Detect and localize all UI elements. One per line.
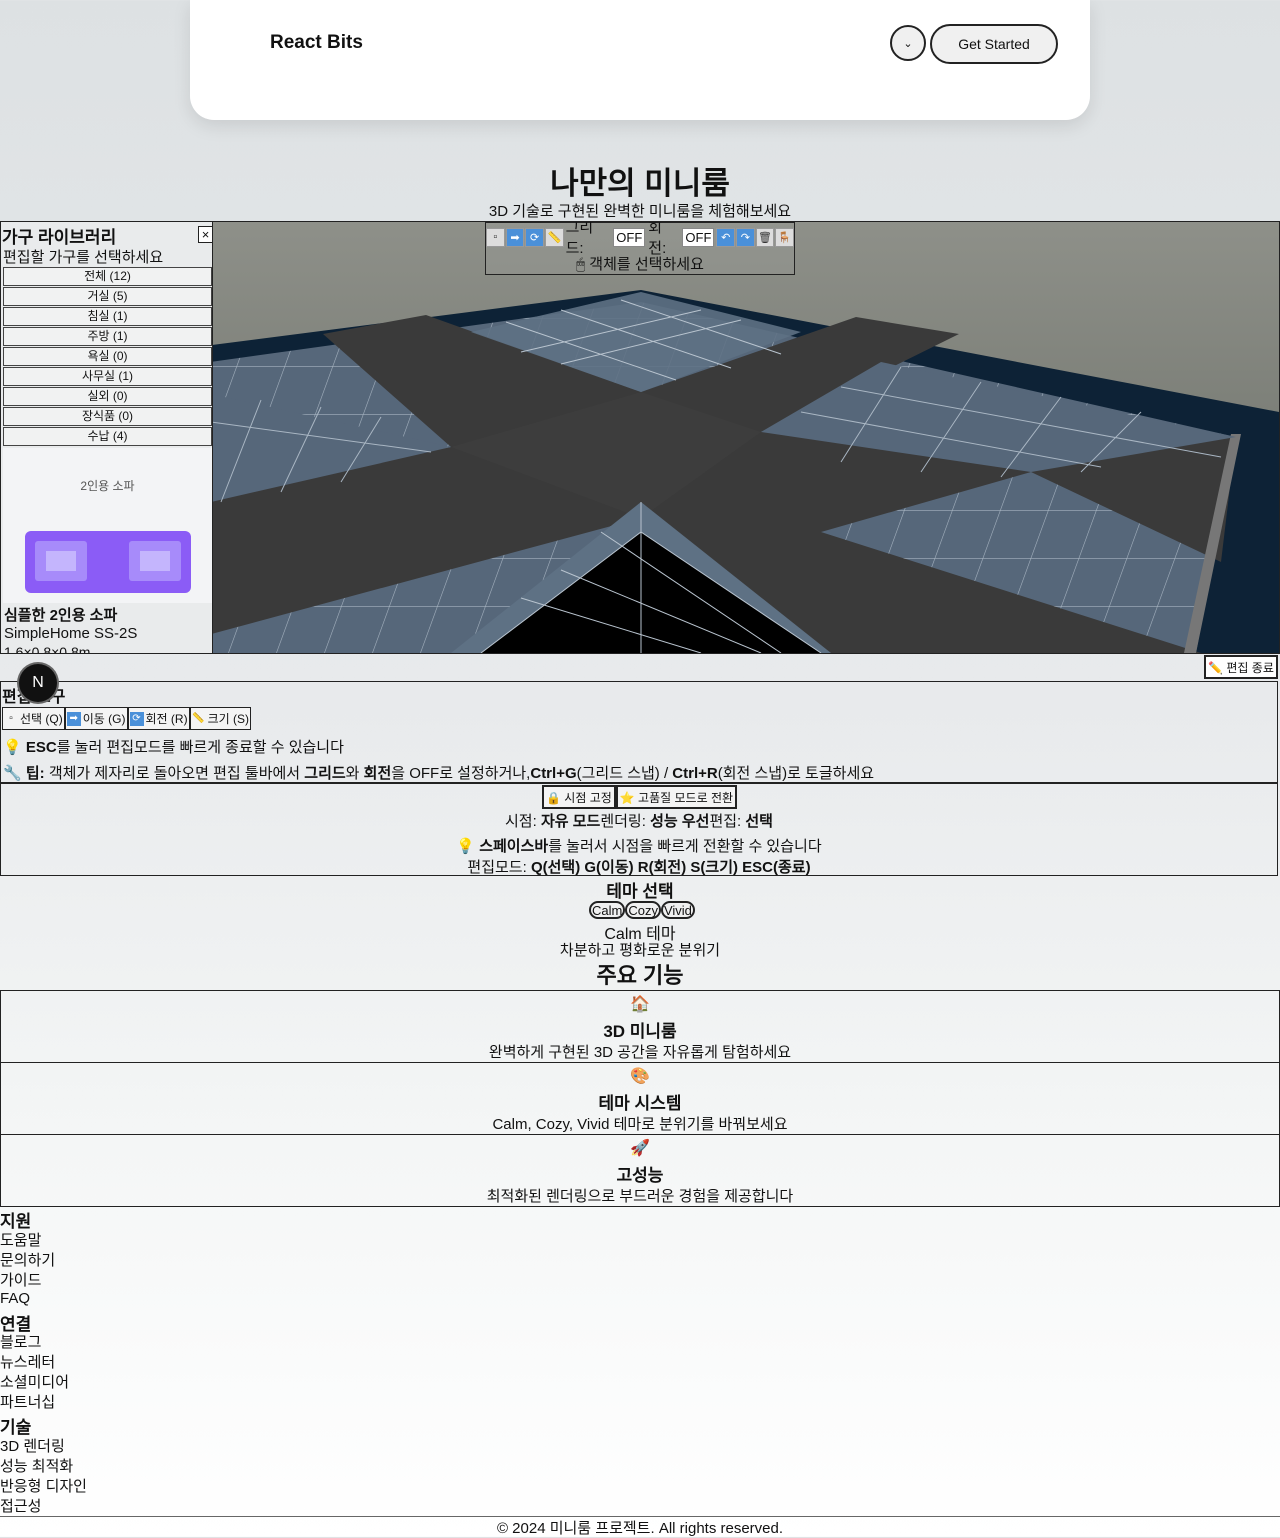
- footer-link[interactable]: FAQ: [0, 1290, 30, 1307]
- tool-select-button[interactable]: ▫ 선택 (Q): [2, 707, 65, 730]
- page-subtitle: 3D 기술로 구현된 완벽한 미니룸을 체험해보세요: [488, 203, 792, 220]
- footer-link[interactable]: 반응형 디자인: [0, 1475, 87, 1496]
- chevron-down-icon: ⌄: [903, 37, 913, 50]
- view-status-line: 시점: 자유 모드렌더링: 성능 우선편집: 선택: [505, 813, 773, 830]
- theme-buttons: Calm Cozy Vivid: [589, 901, 695, 919]
- rocket-icon: 🚀: [630, 1140, 650, 1157]
- feature-card: 🎨 테마 시스템 Calm, Cozy, Vivid 테마로 분위기를 바꿔보세…: [0, 1062, 1280, 1135]
- ruler-icon: 📏: [192, 713, 205, 724]
- sofa-preview-image: [25, 531, 191, 593]
- furniture-library-panel: 가구 라이브러리 × 편집할 가구를 선택하세요 전체 (12) 거실 (5) …: [1, 222, 213, 653]
- spacebar-hint: 💡 스페이스바를 눌러서 시점을 빠르게 전환할 수 있습니다: [456, 838, 822, 855]
- category-outdoor[interactable]: 실외 (0): [3, 387, 212, 406]
- footer-link[interactable]: 뉴스레터: [0, 1351, 55, 1372]
- menu-toggle-button[interactable]: ⌄: [890, 25, 926, 61]
- tool-move-button[interactable]: ➡ 이동 (G): [64, 707, 128, 730]
- category-all[interactable]: 전체 (12): [3, 267, 212, 286]
- item-title: 심플한 2인용 소파: [4, 607, 118, 624]
- move-icon: ➡: [66, 711, 81, 726]
- room-3d-canvas[interactable]: ▫ ➡ ⟳ 📏 그리드: OFF 회전: OFF ↶ ↷ 🗑 🪑 🖱 객체를 선…: [0, 221, 1280, 654]
- theme-section-title: 테마 선택: [606, 882, 674, 901]
- lightbulb-icon: 💡: [3, 739, 22, 756]
- copyright: © 2024 미니룸 프로젝트. All rights reserved.: [496, 1520, 784, 1537]
- footer-link[interactable]: 성능 최적화: [0, 1455, 73, 1476]
- mouse-icon: 🖱: [576, 256, 586, 273]
- edit-toolbar: ▫ ➡ ⟳ 📏 그리드: OFF 회전: OFF ↶ ↷ 🗑 🪑 🖱 객체를 선…: [485, 222, 795, 275]
- library-subtitle: 편집할 가구를 선택하세요: [3, 249, 164, 266]
- features-title: 주요 기능: [596, 963, 684, 988]
- move-icon[interactable]: ➡: [505, 227, 525, 247]
- lightbulb-icon: 💡: [456, 838, 476, 855]
- feature-title: 3D 미니룸: [603, 1022, 677, 1041]
- footer-link[interactable]: 도움말: [0, 1229, 41, 1250]
- feature-desc: 완벽하게 구현된 3D 공간을 자유롭게 탐험하세요: [488, 1044, 792, 1061]
- page-title: 나만의 미니룸: [550, 166, 730, 201]
- furniture-item-card[interactable]: 2인용 소파: [3, 448, 212, 603]
- redo-icon[interactable]: ↷: [736, 227, 755, 247]
- close-icon[interactable]: ×: [198, 226, 212, 243]
- chair-icon[interactable]: 🪑: [775, 227, 795, 247]
- sofa-cushion-left: [35, 541, 87, 581]
- snap-tip: 🔧 팁: 객체가 제자리로 돌아오면 편집 툴바에서 그리드와 회전을 OFF로…: [3, 765, 875, 782]
- edit-tool-buttons: ▫ 선택 (Q) ➡ 이동 (G) ⟳ 회전 (R) 📏 크기 (S): [2, 707, 251, 730]
- theme-vivid-button[interactable]: Vivid: [660, 901, 695, 919]
- feature-desc: Calm, Cozy, Vivid 테마로 분위기를 바꿔보세요: [492, 1116, 788, 1133]
- toolbar-row: ▫ ➡ ⟳ 📏 그리드: OFF 회전: OFF ↶ ↷ 🗑 🪑: [486, 222, 795, 257]
- feature-title: 테마 시스템: [598, 1094, 682, 1113]
- category-storage[interactable]: 수납 (4): [3, 427, 212, 446]
- footer-link[interactable]: 블로그: [0, 1331, 41, 1352]
- footer-link[interactable]: 소셜미디어: [0, 1371, 69, 1392]
- top-nav: React Bits ⌄ Get Started: [190, 0, 1090, 120]
- avatar[interactable]: N: [19, 664, 57, 702]
- category-living[interactable]: 거실 (5): [3, 287, 212, 306]
- category-office[interactable]: 사무실 (1): [3, 367, 212, 386]
- footer-link[interactable]: 3D 렌더링: [0, 1435, 65, 1456]
- footer-link[interactable]: 파트너십: [0, 1391, 55, 1412]
- rotate-icon[interactable]: ⟳: [525, 227, 544, 247]
- wrench-icon: 🔧: [3, 765, 22, 782]
- tool-rotate-button[interactable]: ⟳ 회전 (R): [127, 707, 190, 730]
- view-buttons: 🔒 시점 고정 ⭐ 고품질 모드로 전환: [542, 785, 738, 809]
- current-theme-desc: 차분하고 평화로운 분위기: [559, 942, 721, 959]
- item-size: 1.6×0.8×0.8m: [4, 644, 91, 653]
- sofa-cushion-right: [129, 541, 181, 581]
- footer-link[interactable]: 가이드: [0, 1269, 41, 1290]
- trash-icon[interactable]: 🗑: [755, 227, 775, 247]
- category-bathroom[interactable]: 욕실 (0): [3, 347, 212, 366]
- rotate-icon: ⟳: [129, 711, 144, 726]
- category-kitchen[interactable]: 주방 (1): [3, 327, 212, 346]
- grid-toggle[interactable]: OFF: [613, 227, 646, 247]
- lock-view-button[interactable]: 🔒 시점 고정: [542, 785, 616, 809]
- edit-exit-button[interactable]: ✏️ 편집 종료: [1204, 655, 1278, 679]
- item-preview-label: 2인용 소파: [80, 479, 135, 493]
- library-title: 가구 라이브러리: [2, 228, 117, 247]
- feature-card: 🏠 3D 미니룸 완벽하게 구현된 3D 공간을 자유롭게 탐험하세요: [0, 990, 1280, 1063]
- item-model: SimpleHome SS-2S: [4, 625, 138, 642]
- theme-calm-button[interactable]: Calm: [589, 901, 626, 919]
- edit-tools-panel: 편집 도구 ▫ 선택 (Q) ➡ 이동 (G) ⟳ 회전 (R) 📏 크기 (S…: [0, 681, 1278, 783]
- rotate-snap-toggle[interactable]: OFF: [682, 227, 715, 247]
- feature-desc: 최적화된 렌더링으로 부드러운 경험을 제공합니다: [486, 1188, 794, 1205]
- house-icon: 🏠: [630, 996, 650, 1013]
- view-control-panel: 🔒 시점 고정 ⭐ 고품질 모드로 전환 시점: 자유 모드렌더링: 성능 우선…: [0, 783, 1278, 876]
- esc-tip: 💡 ESC를 눌러 편집모드를 빠르게 종료할 수 있습니다: [3, 739, 344, 756]
- shortcut-line: 편집모드: Q(선택) G(이동) R(회전) S(크기) ESC(종료): [467, 859, 811, 876]
- category-decor[interactable]: 장식품 (0): [3, 407, 212, 426]
- quality-mode-button[interactable]: ⭐ 고품질 모드로 전환: [615, 785, 738, 809]
- footer-link[interactable]: 문의하기: [0, 1249, 55, 1270]
- theme-cozy-button[interactable]: Cozy: [625, 901, 661, 919]
- tool-scale-button[interactable]: 📏 크기 (S): [189, 707, 251, 730]
- select-icon[interactable]: ▫: [486, 227, 505, 247]
- feature-title: 고성능: [616, 1166, 664, 1185]
- undo-icon[interactable]: ↶: [716, 227, 736, 247]
- brand-logo[interactable]: React Bits: [270, 32, 363, 54]
- category-bedroom[interactable]: 침실 (1): [3, 307, 212, 326]
- feature-card: 🚀 고성능 최적화된 렌더링으로 부드러운 경험을 제공합니다: [0, 1134, 1280, 1207]
- select-icon: ▫: [9, 713, 13, 724]
- selection-status: 🖱 객체를 선택하세요: [576, 256, 704, 273]
- palette-icon: 🎨: [630, 1068, 650, 1085]
- get-started-button[interactable]: Get Started: [930, 24, 1058, 64]
- scale-icon[interactable]: 📏: [544, 227, 564, 247]
- footer-link[interactable]: 접근성: [0, 1495, 41, 1516]
